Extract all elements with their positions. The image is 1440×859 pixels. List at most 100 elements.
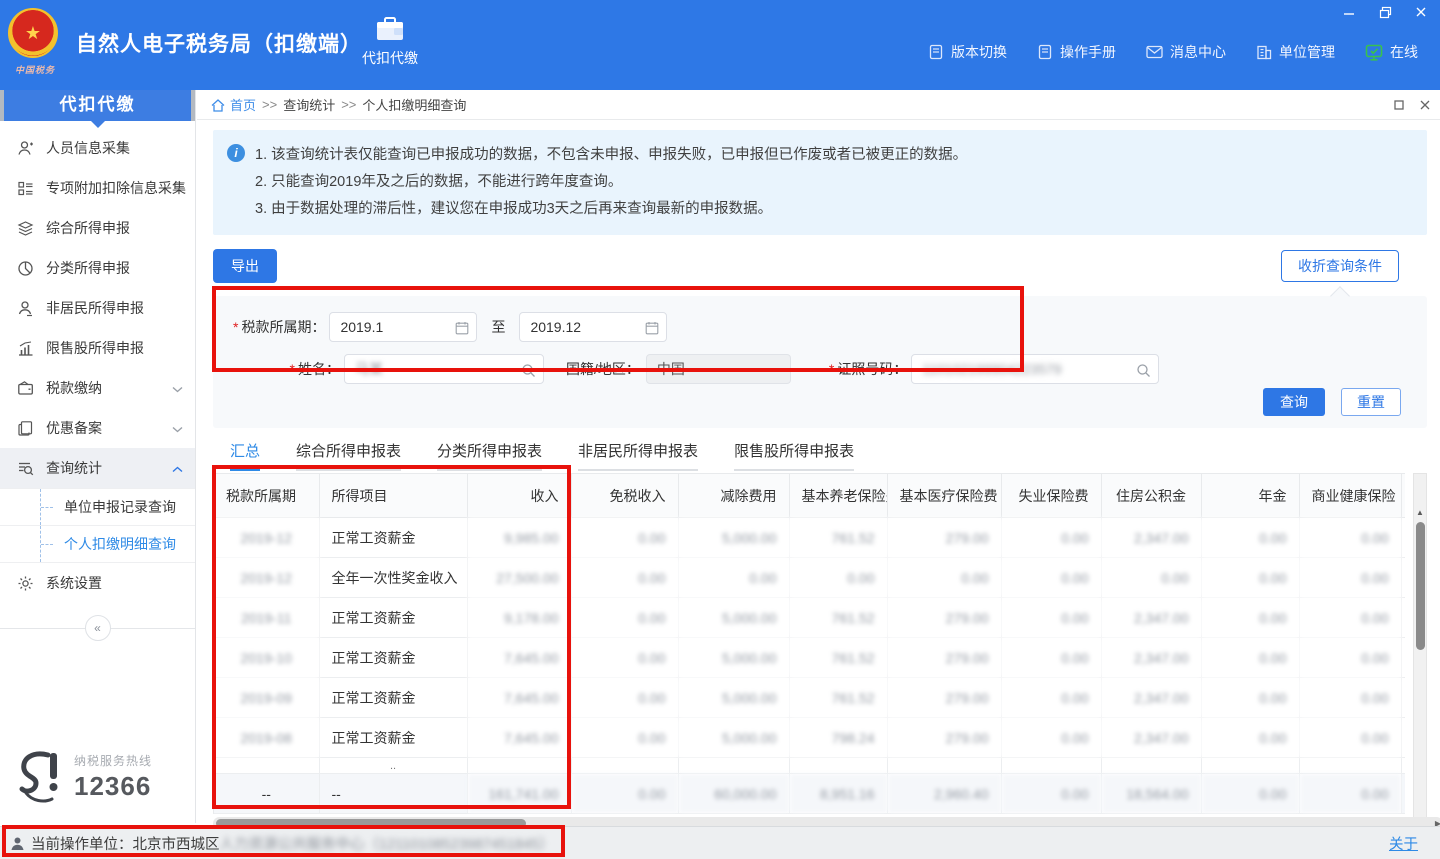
collapse-query-button[interactable]: 收折查询条件: [1281, 250, 1399, 282]
table-cell: [678, 758, 789, 774]
sidebar-item-preferential-filing[interactable]: 优惠备案: [0, 408, 195, 448]
period-end-input[interactable]: 2019.12: [519, 312, 667, 342]
sidebar-subitem-personal-withholding-detail[interactable]: 个人扣缴明细查询: [0, 525, 195, 562]
header-tab-daikou-daijiao[interactable]: 代扣代缴: [350, 16, 430, 68]
sidebar-item-nonresident-income[interactable]: 非居民所得申报: [0, 288, 195, 328]
table-cell: 0.00: [1201, 678, 1299, 718]
breadcrumb-item-current: 个人扣缴明细查询: [362, 95, 466, 114]
sidebar-subitem-label: 个人扣缴明细查询: [64, 536, 176, 552]
panel-controls: [1394, 98, 1430, 112]
reset-button[interactable]: 重置: [1341, 388, 1401, 416]
id-label: *证照号码：: [829, 359, 907, 379]
building-icon: [1256, 45, 1272, 60]
tab-comprehensive-income[interactable]: 综合所得申报表: [296, 440, 401, 471]
table-cell: 0.00: [1201, 518, 1299, 558]
table-cell: 7,645.00: [467, 678, 571, 718]
menu-message-center[interactable]: 消息中心: [1146, 42, 1226, 62]
current-unit-masked: 人力资源公共服务中心（12110108523987451845）: [220, 837, 554, 853]
table-cell: 0.00: [571, 518, 678, 558]
scroll-up-icon[interactable]: ▲: [1414, 506, 1426, 520]
sidebar-item-label: 系统设置: [46, 573, 183, 593]
sidebar-item-personnel-info[interactable]: 人员信息采集: [0, 128, 195, 168]
tab-restricted-shares[interactable]: 限售股所得申报表: [734, 440, 854, 471]
gear-icon: [16, 574, 34, 592]
name-input[interactable]: 马某: [344, 354, 544, 384]
calendar-icon[interactable]: [455, 319, 469, 335]
chevron-up-icon: [172, 460, 183, 476]
sidebar-item-system-settings[interactable]: 系统设置: [0, 563, 195, 603]
sidebar-item-classified-income[interactable]: 分类所得申报: [0, 248, 195, 288]
nationality-label: 国籍/地区：: [566, 359, 640, 379]
menu-manual[interactable]: 操作手册: [1037, 42, 1116, 62]
menu-online-status[interactable]: 在线: [1365, 42, 1418, 62]
sidebar-item-restricted-shares[interactable]: 限售股所得申报: [0, 328, 195, 368]
current-unit-text: 当前操作单位：北京市西城区人力资源公共服务中心（1211010852398745…: [31, 833, 554, 854]
calendar-icon[interactable]: [645, 319, 659, 335]
table-cell: 0.00: [887, 558, 1001, 598]
menu-label: 在线: [1390, 42, 1418, 62]
result-tabs: 汇总 综合所得申报表 分类所得申报表 非居民所得申报表 限售股所得申报表: [213, 440, 1427, 473]
close-icon[interactable]: [1412, 4, 1430, 20]
menu-unit-management[interactable]: 单位管理: [1256, 42, 1335, 62]
table-cell: 161,741.00: [467, 774, 571, 814]
sidebar-item-label: 限售股所得申报: [46, 338, 183, 358]
table-cell: [1101, 758, 1201, 774]
sidebar-item-query-statistics[interactable]: 查询统计: [0, 448, 195, 488]
table-cell: 761.52: [789, 518, 887, 558]
sidebar-item-label: 人员信息采集: [46, 138, 183, 158]
period-start-value: 2019.1: [340, 319, 383, 335]
table-cell: [1401, 558, 1405, 598]
sidebar-item-tax-payment[interactable]: 税款缴纳: [0, 368, 195, 408]
table-cell: 0.00: [1299, 598, 1401, 638]
breadcrumb-item[interactable]: 查询统计: [283, 95, 335, 114]
tab-nonresident-income[interactable]: 非居民所得申报表: [578, 440, 698, 471]
sidebar-header-title: 代扣代缴: [4, 90, 191, 121]
document-icon: [1037, 44, 1053, 60]
vertical-scrollbar[interactable]: ▲ ▼: [1413, 473, 1427, 857]
sidebar-item-special-deduction[interactable]: 专项附加扣除信息采集: [0, 168, 195, 208]
query-button[interactable]: 查询: [1263, 388, 1325, 416]
table-cell: 0.00: [1001, 774, 1101, 814]
search-icon[interactable]: [521, 361, 536, 378]
notice-line: 2. 只能查询2019年及之后的数据，不能进行跨年度查询。: [255, 169, 967, 196]
sidebar-header: 代扣代缴: [0, 90, 195, 121]
table-cell: [1401, 718, 1405, 758]
tax-emblem-logo: ★ 中国税务: [8, 8, 62, 64]
breadcrumb-separator: >>: [341, 97, 356, 112]
minimize-icon[interactable]: [1340, 4, 1358, 20]
breadcrumb-home-label: 首页: [230, 95, 256, 114]
breadcrumb-home[interactable]: 首页: [211, 95, 256, 114]
col-header: 收入: [467, 474, 571, 518]
panel-close-icon[interactable]: [1420, 98, 1430, 112]
status-bar: 当前操作单位：北京市西城区人力资源公共服务中心（1211010852398745…: [0, 826, 1440, 859]
online-monitor-icon: [1365, 44, 1383, 61]
period-start-input[interactable]: 2019.1: [329, 312, 477, 342]
table-cell: --: [214, 774, 319, 814]
restore-icon[interactable]: [1376, 4, 1394, 20]
search-icon[interactable]: [1136, 361, 1151, 378]
mail-icon: [1146, 45, 1163, 59]
table-row: 2019-11正常工资薪金9,178.000.005,000.00761.522…: [214, 598, 1405, 638]
about-link[interactable]: 关于: [1389, 833, 1418, 854]
sidebar-subitem-unit-declaration-records[interactable]: 单位申报记录查询: [0, 488, 195, 525]
table-cell: 761.52: [789, 678, 887, 718]
sidebar-collapse-button[interactable]: «: [85, 615, 111, 641]
tab-summary[interactable]: 汇总: [230, 440, 260, 471]
id-number-input[interactable]: 110102199904223579: [911, 354, 1159, 384]
col-header: 基本医疗保险费: [887, 474, 1001, 518]
table-row: 2019-10正常工资薪金7,645.000.005,000.00761.522…: [214, 638, 1405, 678]
panel-maximize-icon[interactable]: [1394, 98, 1404, 112]
vertical-scroll-thumb[interactable]: [1416, 522, 1425, 650]
hotline-number: 12366: [74, 771, 152, 802]
col-header: 税款所属期: [214, 474, 319, 518]
sidebar-item-comprehensive-income[interactable]: 综合所得申报: [0, 208, 195, 248]
menu-version-switch[interactable]: 版本切换: [928, 42, 1007, 62]
sidebar-collapse-row: «: [0, 615, 195, 641]
chevron-down-icon: [172, 420, 183, 436]
table-cell: 正常工资薪金: [319, 678, 467, 718]
table-cell: 0.00: [1101, 558, 1201, 598]
query-form-panel: *税款所属期： 2019.1 至 2019.12 *姓名： 马某 国籍/地区：: [213, 296, 1427, 428]
export-button[interactable]: 导出: [213, 249, 277, 283]
table-cell: 27,500.00: [467, 558, 571, 598]
tab-classified-income[interactable]: 分类所得申报表: [437, 440, 542, 471]
